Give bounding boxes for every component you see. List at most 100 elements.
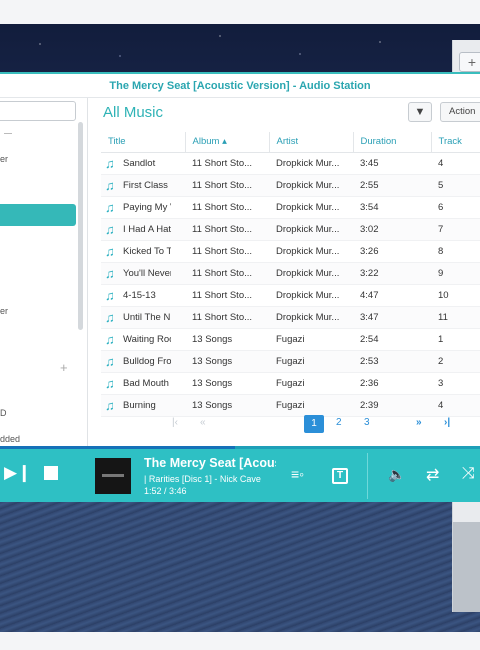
table-row[interactable]: ♫ Until The N 11 Short Sto... Dropkick Mur.… [101,306,480,329]
action-button[interactable]: Action [440,102,480,122]
music-note-icon: ♫ [105,375,115,391]
sidebar-item-label[interactable]: D [0,408,7,418]
track-title: Bulldog Fro [123,355,171,367]
music-note-icon: ♫ [105,331,115,347]
table-row[interactable]: ♫ Bulldog Fro 13 Songs Fugazi 2:53 2 [101,350,480,373]
cell-artist: Fugazi [269,350,353,373]
now-playing-subtitle: | Rarities [Disc 1] - Nick Cave [144,474,261,484]
cell-artist: Dropkick Mur... [269,218,353,241]
filter-icon: ▼ [414,106,426,118]
sidebar-search-input[interactable] [0,101,76,121]
sidebar-scrollbar[interactable] [78,122,83,330]
pagination: |‹ « 1 2 3 » ›| [96,414,480,436]
cell-duration: 3:26 [353,240,431,263]
cell-title: ♫ Sandlot [101,152,185,175]
cell-album: 11 Short Sto... [185,284,269,307]
music-note-icon: ♫ [105,287,115,303]
volume-icon[interactable]: 🔈 [388,466,405,483]
table-row[interactable]: ♫ Paying My V 11 Short Sto... Dropkick Mur.… [101,196,480,219]
cell-title: ♫ Waiting Roo [101,328,185,351]
music-note-icon: ♫ [105,309,115,325]
prev-pages-icon[interactable]: « [200,417,206,428]
cell-album: 13 Songs [185,394,269,417]
cell-title: ♫ Kicked To T [101,240,185,263]
cell-album: 13 Songs [185,372,269,395]
table-row[interactable]: ♫ Burning 13 Songs Fugazi 2:39 4 [101,394,480,417]
column-header-duration[interactable]: Duration [353,132,432,153]
table-row[interactable]: ♫ Waiting Roo 13 Songs Fugazi 2:54 1 [101,328,480,351]
playback-progress[interactable] [0,446,236,449]
album-art-text [102,474,124,477]
add-playlist-icon[interactable]: + [60,360,68,375]
cell-track: 6 [431,196,480,219]
repeat-icon[interactable]: ⇄ [426,465,439,485]
cell-title: ♫ Paying My V [101,196,185,219]
table-row[interactable]: ♫ Sandlot 11 Short Sto... Dropkick Mur... 3:… [101,152,480,175]
cell-duration: 2:54 [353,328,431,351]
track-title: Kicked To T [123,245,171,257]
cell-title: ♫ Burning [101,394,185,417]
stop-icon[interactable] [44,466,58,480]
page-button[interactable]: 3 [364,417,370,428]
page-button[interactable]: 2 [336,417,342,428]
track-title: 4-15-13 [123,289,156,301]
column-header-artist[interactable]: Artist [269,132,354,153]
cell-album: 11 Short Sto... [185,174,269,197]
first-page-icon[interactable]: |‹ [172,417,178,428]
cell-title: ♫ You'll Never [101,262,185,285]
cell-album: 11 Short Sto... [185,306,269,329]
column-header-title[interactable]: Title [101,132,186,153]
music-note-icon: ♫ [105,221,115,237]
cell-artist: Dropkick Mur... [269,174,353,197]
table-row[interactable]: ♫ I Had A Hat 11 Short Sto... Dropkick Mur.… [101,218,480,241]
track-table: Title Album ▴ Artist Duration Track ♫ San… [101,132,480,417]
cell-title: ♫ Until The N [101,306,185,329]
table-row[interactable]: ♫ 4-15-13 11 Short Sto... Dropkick Mur... 4:… [101,284,480,307]
music-note-icon: ♫ [105,353,115,369]
last-page-icon[interactable]: ›| [444,417,450,428]
cell-artist: Dropkick Mur... [269,196,353,219]
page-button-current[interactable]: 1 [304,415,324,433]
music-note-icon: ♫ [105,243,115,259]
queue-icon[interactable]: ≡◦ [291,466,304,482]
cell-artist: Dropkick Mur... [269,152,353,175]
music-note-icon: ♫ [105,177,115,193]
cell-title: ♫ I Had A Hat [101,218,185,241]
cell-duration: 3:47 [353,306,431,329]
table-row[interactable]: ♫ Kicked To T 11 Short Sto... Dropkick Mur.… [101,240,480,263]
cell-artist: Fugazi [269,394,353,417]
next-icon[interactable]: ▶❙ [4,463,31,483]
window-titlebar[interactable]: The Mercy Seat [Acoustic Version] - Audi… [0,74,480,98]
sidebar-item-selected[interactable] [0,204,76,226]
sidebar-item-label[interactable]: er [0,154,8,164]
sidebar-divider [4,128,12,134]
cell-track: 8 [431,240,480,263]
table-row[interactable]: ♫ You'll Never 11 Short Sto... Dropkick Mur… [101,262,480,285]
music-note-icon: ♫ [105,265,115,281]
filter-button[interactable]: ▼ [408,102,432,122]
cell-artist: Fugazi [269,372,353,395]
next-pages-icon[interactable]: » [416,417,422,428]
cell-track: 7 [431,218,480,241]
track-title: First Class I [123,179,171,191]
music-note-icon: ♫ [105,199,115,215]
new-tab-button[interactable]: + [459,52,480,72]
background-window-panel [453,522,480,612]
lyrics-icon[interactable]: T [332,468,348,484]
cell-duration: 3:45 [353,152,431,175]
main-panel: All Music ▼ Action Title Album ▴ Artist … [96,98,480,450]
table-row[interactable]: ♫ First Class I 11 Short Sto... Dropkick Mu… [101,174,480,197]
cell-title: ♫ Bulldog Fro [101,350,185,373]
browser-bottom-strip [0,632,480,650]
column-header-track[interactable]: Track [431,132,480,153]
page-title: All Music [103,104,164,121]
shuffle-icon[interactable]: ⤨ [462,465,475,483]
cell-album: 11 Short Sto... [185,218,269,241]
column-header-album[interactable]: Album ▴ [185,132,270,153]
cell-duration: 2:53 [353,350,431,373]
sidebar-item-label[interactable]: dded [0,434,20,444]
table-row[interactable]: ♫ Bad Mouth 13 Songs Fugazi 2:36 3 [101,372,480,395]
audio-station-window: The Mercy Seat [Acoustic Version] - Audi… [0,72,480,450]
sidebar-item-label[interactable]: er [0,306,8,316]
track-title: Paying My V [123,201,171,213]
